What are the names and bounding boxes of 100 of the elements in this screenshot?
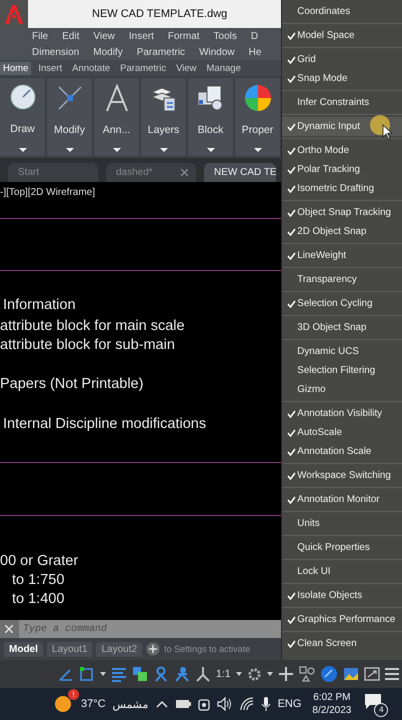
ribbon-panel-button[interactable]: Layers xyxy=(141,78,186,156)
circle-icon[interactable] xyxy=(320,665,338,683)
menu-option[interactable]: Ortho Mode xyxy=(282,141,402,160)
ribbon-panel-button[interactable]: Proper xyxy=(235,78,280,156)
close-icon[interactable] xyxy=(181,169,188,176)
menu-option[interactable]: Annotation Scale xyxy=(282,442,402,461)
menu-item[interactable]: D xyxy=(248,30,260,42)
layout-tab[interactable]: Layout2 xyxy=(96,642,142,656)
plus-icon[interactable] xyxy=(278,666,294,682)
image-icon[interactable] xyxy=(342,666,359,682)
menu-option[interactable]: Annotation Monitor xyxy=(282,490,402,509)
person-icon[interactable] xyxy=(153,666,169,682)
menu-option[interactable]: Object Snap Tracking xyxy=(282,203,402,222)
drawing-canvas[interactable]: -][Top][2D Wireframe] Information attribute block for main scale attribute block for sub-main Papers (Not Printable) Internal Discipline modifications 00 or Grater to 1:750 to 1:400 xyxy=(0,182,282,620)
drawing-text: Papers (Not Printable) xyxy=(0,376,144,392)
tripod-icon[interactable] xyxy=(195,666,211,682)
caret-icon[interactable] xyxy=(236,672,242,676)
sun-icon[interactable] xyxy=(54,695,72,713)
stacked-squares-icon[interactable] xyxy=(132,666,148,682)
menu-item[interactable]: File xyxy=(30,30,50,42)
wifi-icon[interactable] xyxy=(240,697,254,711)
speaker-icon[interactable] xyxy=(216,697,233,711)
scale-button[interactable]: 1:1 xyxy=(216,668,231,680)
shapes-icon[interactable] xyxy=(298,666,315,682)
menu-option[interactable]: 2D Object Snap xyxy=(282,222,402,241)
ribbon-tab[interactable]: Home xyxy=(0,62,32,74)
fullscreen-icon[interactable] xyxy=(364,666,380,682)
menu-item[interactable]: Window xyxy=(197,46,237,58)
gear-icon[interactable] xyxy=(246,666,262,682)
menu-option[interactable]: Coordinates xyxy=(282,2,402,21)
chevron-up-icon[interactable] xyxy=(156,700,168,708)
menu-option[interactable]: Isolate Objects xyxy=(282,586,402,605)
menu-option[interactable]: AutoScale xyxy=(282,423,402,442)
file-tab[interactable]: NEW CAD TE xyxy=(204,163,276,182)
menu-item[interactable]: Tools xyxy=(212,30,239,42)
menu-icon[interactable] xyxy=(384,667,399,681)
menu-item[interactable]: Parametric xyxy=(134,46,188,58)
mouse-pointer-icon xyxy=(369,114,395,140)
notification-icon[interactable] xyxy=(364,693,382,711)
layout-tab[interactable]: Model xyxy=(4,642,43,656)
add-icon[interactable] xyxy=(146,642,160,656)
menu-option[interactable]: Dynamic UCS xyxy=(282,342,402,361)
menu-option[interactable]: Isometric Drafting xyxy=(282,179,402,198)
ribbon-tab[interactable]: Parametric xyxy=(117,62,170,74)
menu-item[interactable]: View xyxy=(91,30,117,42)
menu-option[interactable]: Selection Cycling xyxy=(282,294,402,313)
language-indicator[interactable]: ENG xyxy=(278,698,302,710)
square-icon[interactable] xyxy=(79,666,95,682)
menu-option[interactable]: Workspace Switching xyxy=(282,466,402,485)
caret-icon[interactable] xyxy=(266,672,273,676)
move-icon xyxy=(56,84,84,112)
person-icon[interactable] xyxy=(174,666,190,682)
menu-option[interactable]: Gizmo xyxy=(282,380,402,399)
clock-date[interactable]: 8/2/2023 xyxy=(312,704,352,717)
menu-option[interactable]: Clean Screen xyxy=(282,634,402,653)
drawing-text: 00 or Grater xyxy=(0,553,78,569)
menu-option[interactable]: LineWeight xyxy=(282,246,402,265)
menu-option[interactable]: Grid xyxy=(282,50,402,69)
battery-icon[interactable] xyxy=(174,699,191,709)
menu-option[interactable]: 3D Object Snap xyxy=(282,318,402,337)
microphone-icon[interactable] xyxy=(260,696,271,712)
viewport-label[interactable]: -][Top][2D Wireframe] xyxy=(0,187,96,198)
menu-item[interactable]: Edit xyxy=(60,30,82,42)
ribbon-panel-button[interactable]: Modify xyxy=(47,78,92,156)
command-input[interactable]: Type a command xyxy=(19,620,282,638)
menu-option[interactable]: Annotation Visibility xyxy=(282,404,402,423)
ribbon-tab[interactable]: Insert xyxy=(35,62,66,74)
menu-item[interactable]: Format xyxy=(166,30,202,42)
ribbon-tab[interactable]: Manage xyxy=(204,62,244,74)
menu-option[interactable]: Transparency xyxy=(282,270,402,289)
menu-option[interactable]: Selection Filtering xyxy=(282,361,402,380)
camera-icon[interactable] xyxy=(198,697,210,711)
menu-option[interactable]: Polar Tracking xyxy=(282,160,402,179)
caret-icon xyxy=(112,148,120,152)
menu-option[interactable]: Snap Mode xyxy=(282,69,402,88)
menu-item[interactable]: Modify xyxy=(91,46,125,58)
temperature[interactable]: 37°C xyxy=(81,698,106,710)
caret-icon[interactable] xyxy=(100,672,106,676)
menu-option[interactable]: Quick Properties xyxy=(282,538,402,557)
menu-option[interactable]: Lock UI xyxy=(282,562,402,581)
menu-option[interactable]: Graphics Performance xyxy=(282,610,402,629)
drawing-text: to 1:400 xyxy=(12,591,64,607)
ribbon-tab[interactable]: Annotate xyxy=(69,62,114,74)
drawing-text: attribute block for sub-main xyxy=(0,337,175,353)
drawing-text: Information xyxy=(3,297,76,313)
ribbon-tab[interactable]: View xyxy=(173,62,200,74)
layout-tab[interactable]: Layout1 xyxy=(46,642,92,656)
lines-icon[interactable] xyxy=(111,666,127,682)
menu-item[interactable]: Dimension xyxy=(30,46,82,58)
ribbon-panel-button[interactable]: Ann... xyxy=(94,78,139,156)
clock-time[interactable]: 6:02 PM xyxy=(313,691,351,704)
ribbon-panel-button[interactable]: Draw xyxy=(0,78,45,156)
weather-text[interactable]: مشمس xyxy=(112,698,149,710)
menu-option[interactable]: Units xyxy=(282,514,402,533)
menu-option[interactable]: Infer Constraints xyxy=(282,93,402,112)
block-icon xyxy=(196,84,224,112)
menu-option[interactable]: Model Space xyxy=(282,26,402,45)
ribbon-panel-button[interactable]: Block xyxy=(188,78,233,156)
menu-item[interactable]: He xyxy=(246,46,264,58)
menu-item[interactable]: Insert xyxy=(126,30,156,42)
